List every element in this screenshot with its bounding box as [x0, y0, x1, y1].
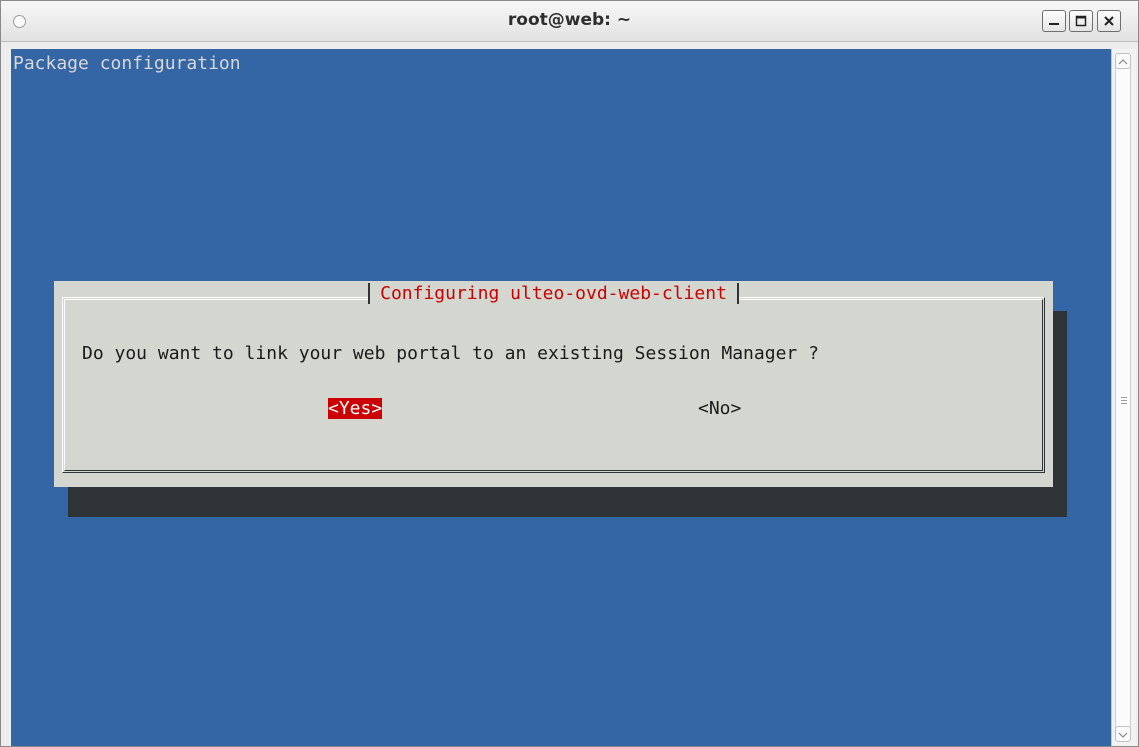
yes-button[interactable]: <Yes> [328, 398, 383, 419]
grip-icon [1121, 397, 1127, 406]
minimize-button[interactable] [1042, 10, 1066, 32]
configuration-dialog: Configuring ulteo-ovd-web-client Do you … [54, 281, 1053, 487]
close-icon [1104, 16, 1114, 26]
chevron-up-icon [1118, 59, 1128, 65]
window-title: root@web: ~ [507, 10, 632, 30]
vertical-scrollbar[interactable] [1111, 49, 1136, 746]
chevron-down-icon [1118, 732, 1128, 738]
scroll-down-button[interactable] [1115, 726, 1131, 742]
maximize-icon [1075, 15, 1087, 27]
no-button[interactable]: <No> [698, 398, 741, 419]
dialog-title: Configuring ulteo-ovd-web-client [368, 283, 739, 304]
package-configuration-header: Package configuration [13, 53, 241, 74]
minimize-icon [1049, 23, 1059, 25]
dialog-title-bar: Configuring ulteo-ovd-web-client [54, 283, 1053, 304]
terminal-screen[interactable]: Package configuration Configuring ulteo-… [11, 49, 1111, 746]
title-bar[interactable]: root@web: ~ [1, 1, 1138, 42]
terminal-window: root@web: ~ Package configuration Config… [0, 0, 1139, 747]
scroll-up-button[interactable] [1115, 53, 1131, 69]
dialog-frame [62, 297, 1045, 473]
close-button[interactable] [1097, 10, 1121, 32]
dialog-question: Do you want to link your web portal to a… [82, 343, 819, 364]
scrollbar-thumb[interactable] [1115, 56, 1131, 741]
maximize-button[interactable] [1069, 10, 1093, 32]
